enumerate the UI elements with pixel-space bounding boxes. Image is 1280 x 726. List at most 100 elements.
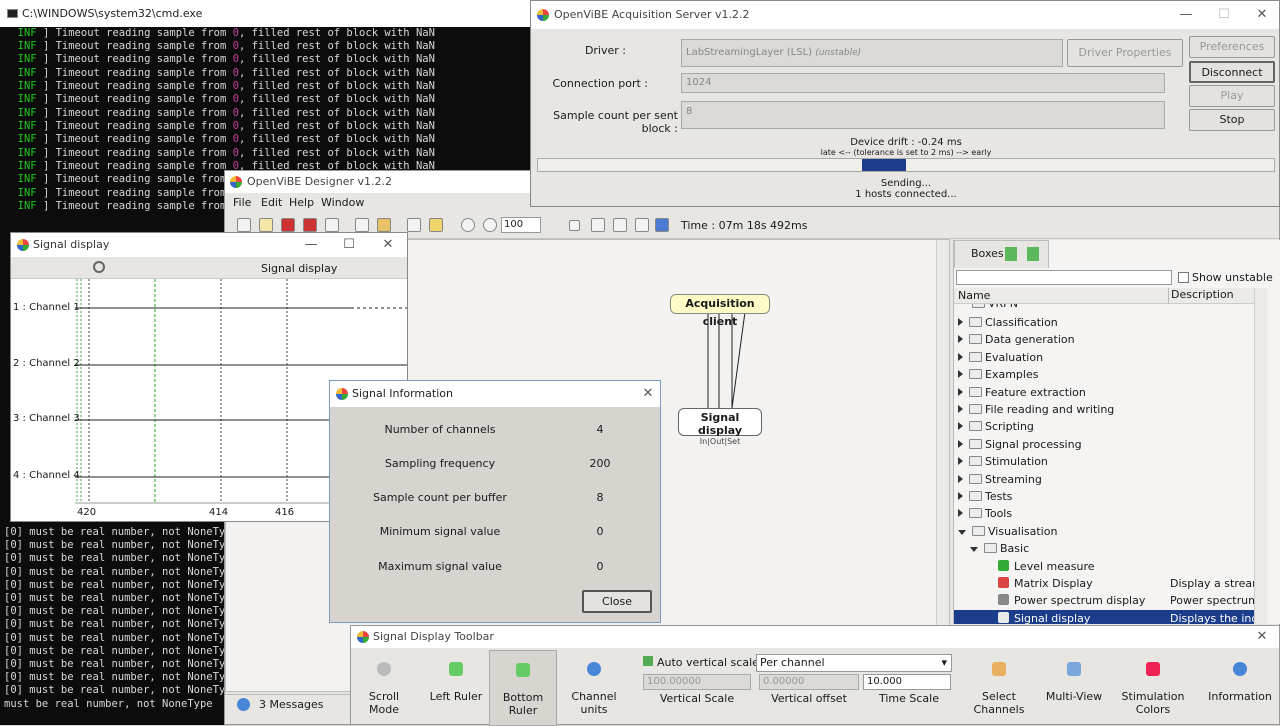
expander-icon[interactable] xyxy=(970,547,978,553)
driver-select[interactable]: LabStreamingLayer (LSL) (unstable) xyxy=(681,39,1063,67)
zoom-icon[interactable] xyxy=(93,261,105,273)
expander-icon[interactable] xyxy=(958,474,963,483)
close-icon[interactable]: ✕ xyxy=(1247,626,1277,648)
toolbar-titlebar[interactable]: Signal Display Toolbar ✕ xyxy=(351,626,1279,648)
close-scenario-icon[interactable] xyxy=(325,218,339,232)
signal-display-box[interactable]: Signal display In|Out|Set xyxy=(678,408,762,446)
boxes-search-input[interactable] xyxy=(956,270,1172,285)
expander-icon[interactable] xyxy=(958,335,963,344)
play-button[interactable]: Play xyxy=(1189,85,1275,107)
time-scale-input[interactable]: 10.000 xyxy=(863,674,951,690)
tree-folder[interactable]: Classification xyxy=(954,314,1058,331)
expander-icon[interactable] xyxy=(958,457,963,466)
stimulation-colors-button[interactable]: Stimulation Colors xyxy=(1107,656,1199,716)
expander-icon[interactable] xyxy=(958,439,963,448)
open-icon[interactable] xyxy=(259,218,273,232)
tree-folder[interactable]: Data generation xyxy=(954,331,1075,348)
expander-icon[interactable] xyxy=(958,492,963,500)
messages-count[interactable]: 3 Messages xyxy=(259,698,323,711)
arrow-up-icon[interactable] xyxy=(1027,247,1039,261)
stop-icon[interactable] xyxy=(569,220,580,231)
tree-folder[interactable]: Streaming xyxy=(954,471,1042,488)
information-button[interactable]: Information xyxy=(1205,656,1275,703)
channel-units-button[interactable]: Channel units xyxy=(559,656,629,716)
cut-icon[interactable] xyxy=(355,218,369,232)
tree-folder[interactable]: Tools xyxy=(954,505,1012,522)
expander-icon[interactable] xyxy=(958,422,963,431)
save-as-icon[interactable] xyxy=(303,218,317,232)
pause-icon[interactable] xyxy=(613,218,627,232)
left-ruler-button[interactable]: Left Ruler xyxy=(425,656,487,703)
expander-icon[interactable] xyxy=(958,509,963,518)
menu-file[interactable]: File xyxy=(233,196,251,209)
tree-folder[interactable]: Feature extraction xyxy=(954,384,1086,401)
new-icon[interactable] xyxy=(237,218,251,232)
maximize-icon[interactable]: ☐ xyxy=(1209,1,1239,29)
tree-folder[interactable]: Examples xyxy=(954,366,1038,383)
expander-icon[interactable] xyxy=(958,529,966,535)
minimize-icon[interactable]: — xyxy=(1171,1,1201,29)
tree-folder[interactable]: Visualisation xyxy=(954,523,1057,540)
tree-folder[interactable]: Basic xyxy=(954,540,1029,557)
driver-properties-button[interactable]: Driver Properties xyxy=(1067,39,1183,67)
acquisition-client-box[interactable]: Acquisition client xyxy=(670,294,770,328)
tree-folder[interactable]: File reading and writing xyxy=(954,401,1114,418)
step-icon[interactable] xyxy=(591,218,605,232)
menu-help[interactable]: Help xyxy=(289,196,314,209)
disconnect-button[interactable]: Disconnect xyxy=(1189,61,1275,83)
cmd-titlebar[interactable]: C:\WINDOWS\system32\cmd.exe xyxy=(0,0,530,27)
vertical-offset-input[interactable]: 0.00000 xyxy=(759,674,859,690)
signal-display-titlebar[interactable]: Signal display — ☐ ✕ xyxy=(11,233,407,257)
stop-button[interactable]: Stop xyxy=(1189,109,1275,131)
expander-icon[interactable] xyxy=(958,387,963,396)
col-desc[interactable]: Description xyxy=(1168,288,1234,304)
scroll-mode-button[interactable]: Scroll Mode xyxy=(353,656,415,716)
multi-view-button[interactable]: Multi-View xyxy=(1045,656,1103,703)
col-name[interactable]: Name xyxy=(958,289,990,302)
signal-info-titlebar[interactable]: Signal Information ✕ xyxy=(330,381,660,407)
tree-folder[interactable]: Signal processing xyxy=(954,436,1082,453)
edit-icon[interactable] xyxy=(377,218,391,232)
tree-folder[interactable]: VRPN xyxy=(954,304,1018,312)
per-channel-select[interactable]: Per channel ▾ xyxy=(756,654,952,672)
tree-folder[interactable]: Evaluation xyxy=(954,349,1043,366)
star-icon[interactable] xyxy=(429,218,443,232)
tree-box[interactable]: Matrix Display Display a stream xyxy=(954,575,1254,592)
sample-count-select[interactable]: 8 xyxy=(681,101,1165,129)
expander-icon[interactable] xyxy=(958,318,963,326)
menu-window[interactable]: Window xyxy=(321,196,364,209)
canvas-scrollbar[interactable] xyxy=(936,240,949,691)
tree-folder[interactable]: Scripting xyxy=(954,418,1034,435)
arrow-down-icon[interactable] xyxy=(1005,247,1017,261)
zoom-in-icon[interactable] xyxy=(461,218,475,232)
tree-box[interactable]: Power spectrum display Power spectrum i xyxy=(954,592,1254,609)
preferences-button[interactable]: Preferences xyxy=(1189,36,1275,58)
maximize-icon[interactable]: ☐ xyxy=(334,233,364,257)
tree-folder[interactable]: Tests xyxy=(954,488,1012,505)
expander-icon[interactable] xyxy=(958,405,963,413)
bottom-ruler-button[interactable]: Bottom Ruler xyxy=(489,650,557,726)
boxes-scrollbar[interactable] xyxy=(1254,288,1267,624)
select-channels-button[interactable]: Select Channels xyxy=(959,656,1039,716)
tree-folder[interactable]: Stimulation xyxy=(954,453,1048,470)
close-icon[interactable]: ✕ xyxy=(633,381,663,407)
zoom-input[interactable]: 100 xyxy=(501,217,541,233)
refresh-icon[interactable] xyxy=(655,218,669,232)
close-icon[interactable]: ✕ xyxy=(373,233,403,257)
menu-edit[interactable]: Edit xyxy=(261,196,282,209)
tree-box[interactable]: Level measure xyxy=(954,558,1095,575)
port-input[interactable]: 1024 xyxy=(681,73,1165,93)
expander-icon[interactable] xyxy=(958,370,963,379)
save-icon[interactable] xyxy=(281,218,295,232)
minimize-icon[interactable]: — xyxy=(296,233,326,257)
close-icon[interactable]: ✕ xyxy=(1247,1,1277,29)
zoom-out-icon[interactable] xyxy=(483,218,497,232)
undo-icon[interactable] xyxy=(407,218,421,232)
tree-box[interactable]: Signal display Displays the inco xyxy=(954,609,1254,624)
acq-titlebar[interactable]: OpenViBE Acquisition Server v1.2.2 — ☐ ✕ xyxy=(531,1,1279,29)
expander-icon[interactable] xyxy=(958,352,963,361)
fast-forward-icon[interactable] xyxy=(635,218,649,232)
boxes-tab[interactable]: Boxes xyxy=(954,240,1049,268)
close-button[interactable]: Close xyxy=(582,590,652,613)
vertical-scale-input[interactable]: 100.00000 xyxy=(643,674,751,690)
